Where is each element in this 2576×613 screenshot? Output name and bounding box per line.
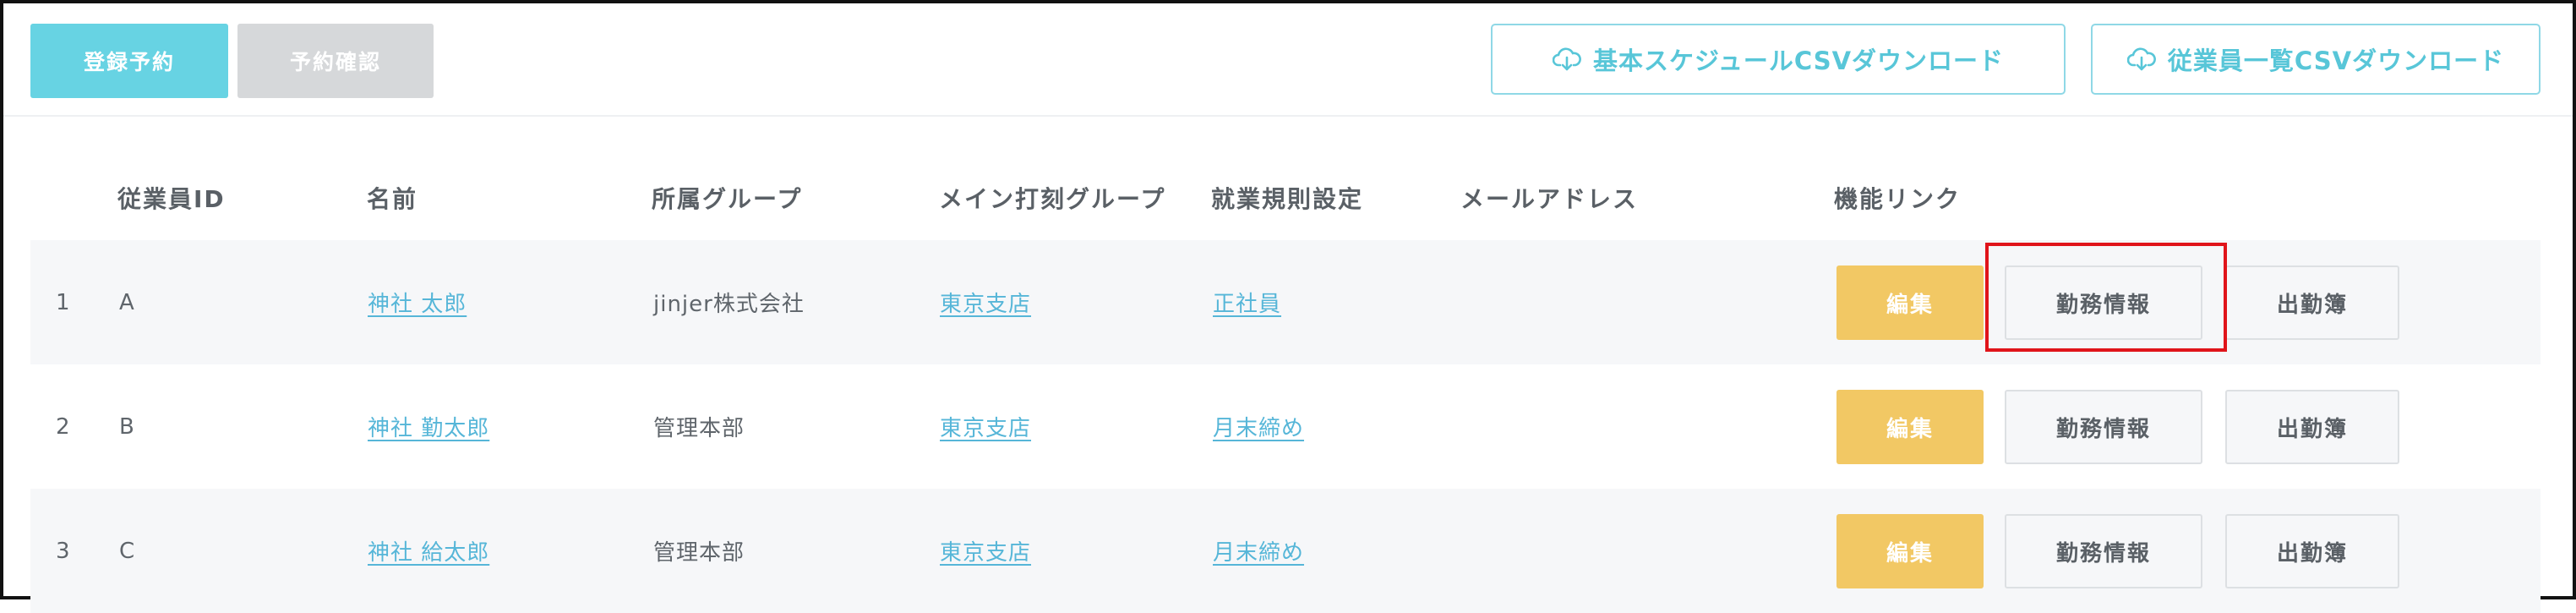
row-number: 2 — [56, 413, 71, 440]
table-row: 2 B 神社 勤太郎 管理本部 東京支店 月末締め 編集 勤務情報 出勤簿 — [30, 364, 2541, 489]
work-rule-link[interactable]: 正社員 — [1213, 287, 1281, 318]
edit-button[interactable]: 編集 — [1836, 265, 1984, 340]
header-links: 機能リンク — [1834, 185, 1962, 213]
employee-id: A — [119, 289, 135, 315]
edit-button[interactable]: 編集 — [1836, 390, 1984, 464]
group-name: jinjer株式会社 — [653, 292, 805, 317]
main-punch-group-link[interactable]: 東京支店 — [940, 535, 1031, 566]
header-work-rule: 就業規則設定 — [1211, 185, 1364, 213]
employee-name-link[interactable]: 神社 勤太郎 — [368, 411, 489, 442]
cloud-download-icon — [2126, 47, 2156, 72]
table-row: 3 C 神社 給太郎 管理本部 東京支店 月末締め 編集 勤務情報 出勤簿 — [30, 489, 2541, 613]
employee-csv-label: 従業員一覧CSVダウンロード — [2167, 47, 2505, 75]
register-reservation-button[interactable]: 登録予約 — [30, 24, 228, 98]
group-name: 管理本部 — [653, 416, 745, 441]
work-info-button[interactable]: 勤務情報 — [2005, 514, 2202, 588]
reservation-confirm-button: 予約確認 — [237, 24, 434, 98]
table-row: 1 A 神社 太郎 jinjer株式会社 東京支店 正社員 編集 勤務情報 出勤… — [30, 240, 2541, 364]
attendance-book-button[interactable]: 出勤簿 — [2225, 265, 2399, 340]
app-frame: 登録予約 予約確認 基本スケジュールCSVダウンロード 従業員一覧CSVダウンロ… — [0, 0, 2576, 613]
work-rule-link[interactable]: 月末締め — [1213, 411, 1304, 442]
cloud-download-icon — [1552, 47, 1581, 72]
header-name: 名前 — [367, 185, 418, 213]
employee-name-link[interactable]: 神社 太郎 — [368, 287, 467, 318]
table-header: 従業員ID 名前 所属グループ メイン打刻グループ 就業規則設定 メールアドレス… — [30, 117, 2541, 240]
schedule-csv-download-button[interactable]: 基本スケジュールCSVダウンロード — [1491, 24, 2066, 95]
schedule-csv-label: 基本スケジュールCSVダウンロード — [1592, 47, 2005, 75]
employee-id: C — [119, 538, 136, 564]
header-group: 所属グループ — [652, 185, 803, 213]
header-email: メールアドレス — [1460, 185, 1639, 213]
employee-name-link[interactable]: 神社 給太郎 — [368, 535, 489, 566]
group-name: 管理本部 — [653, 540, 745, 566]
row-number: 1 — [56, 289, 71, 315]
work-info-button[interactable]: 勤務情報 — [2005, 265, 2202, 340]
work-rule-link[interactable]: 月末締め — [1213, 535, 1304, 566]
header-employee-id: 従業員ID — [117, 185, 226, 213]
header-main-punch-group: メイン打刻グループ — [939, 185, 1166, 213]
main-punch-group-link[interactable]: 東京支店 — [940, 287, 1031, 318]
work-info-button[interactable]: 勤務情報 — [2005, 390, 2202, 464]
edit-button[interactable]: 編集 — [1836, 514, 1984, 588]
employee-table: 従業員ID 名前 所属グループ メイン打刻グループ 就業規則設定 メールアドレス… — [30, 117, 2541, 613]
toolbar: 登録予約 予約確認 基本スケジュールCSVダウンロード 従業員一覧CSVダウンロ… — [3, 3, 2573, 117]
row-number: 3 — [56, 538, 71, 564]
employee-id: B — [119, 413, 135, 440]
main-punch-group-link[interactable]: 東京支店 — [940, 411, 1031, 442]
attendance-book-button[interactable]: 出勤簿 — [2225, 390, 2399, 464]
employee-csv-download-button[interactable]: 従業員一覧CSVダウンロード — [2091, 24, 2541, 95]
attendance-book-button[interactable]: 出勤簿 — [2225, 514, 2399, 588]
